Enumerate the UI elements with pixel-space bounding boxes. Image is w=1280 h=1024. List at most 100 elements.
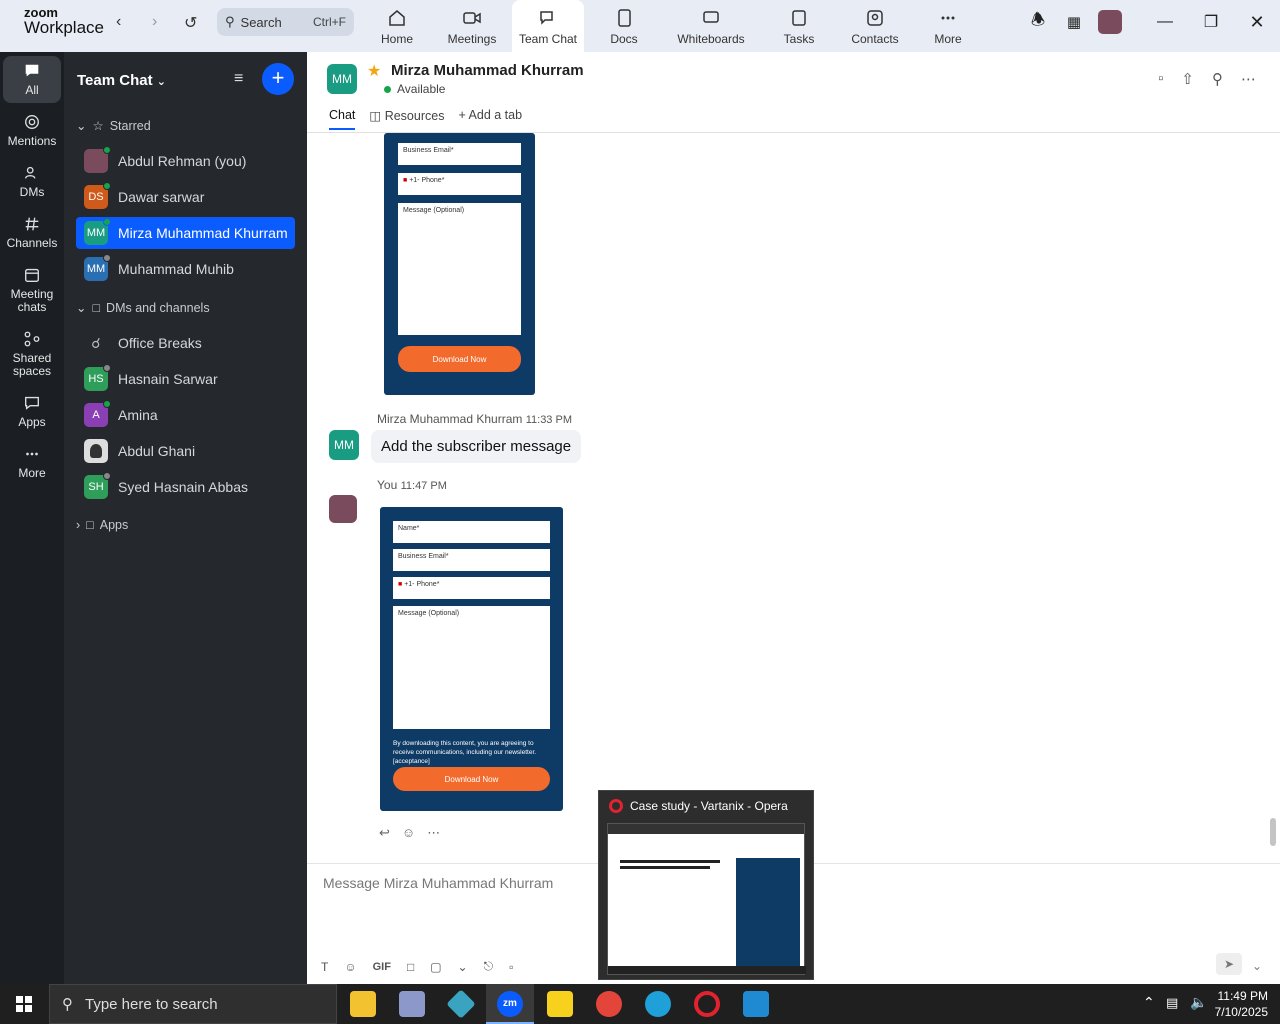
new-chat-button[interactable]: + bbox=[262, 63, 294, 95]
form-image-1[interactable]: Business Email* ■ +1- Phone* Message (Op… bbox=[384, 133, 535, 395]
chrome-icon[interactable] bbox=[596, 991, 622, 1017]
contact-name: Hasnain Sarwar bbox=[118, 371, 218, 387]
apps-section[interactable]: › □ Apps bbox=[76, 518, 128, 532]
people-icon bbox=[25, 166, 36, 179]
reply-icon[interactable]: ↩ bbox=[379, 825, 390, 841]
volume-icon[interactable]: 🔈 bbox=[1190, 994, 1207, 1011]
tray-chevron-icon[interactable]: ⌃ bbox=[1143, 994, 1155, 1011]
file-explorer-icon[interactable] bbox=[350, 991, 376, 1017]
more-options-icon[interactable]: ⋯ bbox=[1241, 70, 1256, 88]
minimize-icon[interactable]: — bbox=[1142, 13, 1188, 31]
sidebar-item-hasnain-sarwar[interactable]: HS Hasnain Sarwar bbox=[76, 363, 295, 395]
emoji-icon[interactable]: ☺ bbox=[402, 825, 415, 841]
chat-sidebar: Team Chat ⌄ ≡ + ⌄ ☆ Starred Abdul Rehman… bbox=[64, 52, 307, 984]
app-icon[interactable] bbox=[399, 991, 425, 1017]
vscode-icon[interactable] bbox=[743, 991, 769, 1017]
tab-team-chat[interactable]: Team Chat bbox=[512, 0, 584, 52]
contacts-icon bbox=[867, 10, 883, 26]
app-icon[interactable] bbox=[446, 989, 476, 1019]
sender-avatar[interactable]: MM bbox=[329, 430, 359, 460]
tab-docs[interactable]: Docs bbox=[584, 0, 664, 52]
sidebar-item-abdul-rehman[interactable]: Abdul Rehman (you) bbox=[76, 145, 295, 177]
contact-name: Abdul Rehman (you) bbox=[118, 153, 247, 169]
nav-meeting-chats[interactable]: Meeting chats bbox=[3, 260, 61, 320]
sidebar-item-abdul-ghani[interactable]: Abdul Ghani bbox=[76, 435, 295, 467]
search-label: Search bbox=[240, 14, 282, 30]
composer-placeholder: Message Mirza Muhammad Khurram bbox=[323, 875, 554, 891]
file-icon[interactable]: □ bbox=[407, 960, 414, 974]
message-bubble[interactable]: Add the subscriber message bbox=[371, 430, 582, 463]
tab-contacts[interactable]: Contacts bbox=[840, 0, 910, 52]
sidebar-item-syed-hasnain-abbas[interactable]: SH Syed Hasnain Abbas bbox=[76, 471, 295, 503]
nav-apps[interactable]: Apps bbox=[3, 388, 61, 435]
nav-all[interactable]: All bbox=[3, 56, 61, 103]
filter-icon[interactable]: ≡ bbox=[234, 70, 243, 88]
star-icon[interactable]: ★ bbox=[367, 61, 381, 81]
nav-mentions[interactable]: Mentions bbox=[3, 107, 61, 154]
sidebar-item-mirza-muhammad-khurram[interactable]: MM Mirza Muhammad Khurram bbox=[76, 217, 295, 249]
calendar-icon[interactable]: ▦ bbox=[1056, 13, 1092, 31]
sidebar-item-dawar-sarwar[interactable]: DS Dawar sarwar bbox=[76, 181, 295, 213]
send-icon[interactable]: ➤ bbox=[1216, 953, 1242, 975]
format-text-icon[interactable]: T bbox=[321, 960, 328, 974]
tab-more[interactable]: More bbox=[910, 0, 986, 52]
network-icon[interactable]: ▤ bbox=[1166, 995, 1178, 1011]
subtab-add-tab[interactable]: + Add a tab bbox=[458, 108, 522, 130]
microphone-icon[interactable]: ⎋ bbox=[484, 959, 494, 974]
screen-share-icon[interactable]: ⇧ bbox=[1181, 70, 1194, 88]
video-message-icon[interactable]: ▫ bbox=[509, 960, 513, 974]
user-avatar[interactable] bbox=[1098, 10, 1122, 34]
contact-avatar[interactable]: MM bbox=[327, 64, 357, 94]
search-icon[interactable]: ⚲ bbox=[1212, 70, 1223, 88]
sidebar-item-muhammad-muhib[interactable]: MM Muhammad Muhib bbox=[76, 253, 295, 285]
form-image-2[interactable]: Name* Business Email* ■ +1- Phone* Messa… bbox=[380, 507, 563, 811]
subtab-add-label: Add a tab bbox=[468, 108, 523, 122]
sticky-notes-icon[interactable] bbox=[547, 991, 573, 1017]
scrollbar-thumb[interactable] bbox=[1270, 818, 1276, 846]
nav-channels[interactable]: Channels bbox=[3, 209, 61, 256]
message-meta: You 11:47 PM bbox=[377, 478, 447, 492]
chat-subtabs: Chat ◫ Resources + Add a tab bbox=[329, 108, 536, 130]
my-avatar[interactable] bbox=[329, 495, 357, 523]
left-nav: All Mentions DMs Channels Meeting chats … bbox=[0, 52, 64, 984]
dms-section[interactable]: ⌄ □ DMs and channels bbox=[76, 300, 210, 316]
back-arrow-icon[interactable]: ‹ bbox=[116, 13, 121, 31]
subtab-resources[interactable]: ◫ Resources bbox=[369, 108, 444, 130]
nav-shared-spaces[interactable]: Shared spaces bbox=[3, 324, 61, 384]
sidebar-item-office-breaks[interactable]: ☌ Office Breaks bbox=[76, 327, 295, 359]
close-icon[interactable]: ✕ bbox=[1234, 12, 1280, 33]
maximize-icon[interactable]: ❐ bbox=[1188, 12, 1234, 32]
taskbar-preview-popup[interactable]: Case study - Vartanix - Opera bbox=[598, 790, 814, 980]
nav-more[interactable]: More bbox=[3, 439, 61, 486]
chevron-down-icon[interactable]: ⌄ bbox=[458, 960, 468, 974]
forward-arrow-icon[interactable]: › bbox=[152, 13, 157, 31]
edge-icon[interactable] bbox=[645, 991, 671, 1017]
opera-icon[interactable] bbox=[694, 991, 720, 1017]
starred-section[interactable]: ⌄ ☆ Starred bbox=[76, 118, 151, 134]
taskbar-search[interactable]: ⚲ Type here to search bbox=[49, 984, 337, 1024]
sidebar-title[interactable]: Team Chat ⌄ bbox=[77, 72, 166, 89]
tab-home[interactable]: Home bbox=[362, 0, 432, 52]
taskbar-search-placeholder: Type here to search bbox=[85, 995, 218, 1013]
sidebar-item-amina[interactable]: A Amina bbox=[76, 399, 295, 431]
screenshot-icon[interactable]: ▢ bbox=[430, 960, 441, 974]
opera-icon bbox=[609, 799, 623, 813]
zoom-taskbar-icon[interactable]: zm bbox=[486, 984, 534, 1024]
search-box[interactable]: ⚲ Search Ctrl+F bbox=[217, 8, 354, 36]
more-options-icon[interactable]: ⋯ bbox=[427, 825, 440, 841]
subtab-chat[interactable]: Chat bbox=[329, 108, 356, 130]
bell-icon[interactable]: 🕭 bbox=[1020, 9, 1056, 36]
contact-name-header[interactable]: Mirza Muhammad Khurram bbox=[391, 62, 584, 79]
system-clock[interactable]: 11:49 PM 7/10/2025 bbox=[1215, 988, 1268, 1020]
emoji-icon[interactable]: ☺ bbox=[344, 960, 356, 974]
tab-meetings[interactable]: Meetings bbox=[432, 0, 512, 52]
video-call-icon[interactable]: ▫ bbox=[1158, 70, 1163, 88]
tab-tasks[interactable]: Tasks bbox=[758, 0, 840, 52]
chevron-down-icon[interactable]: ⌄ bbox=[1252, 959, 1262, 973]
gif-button[interactable]: GIF bbox=[373, 961, 391, 973]
tab-whiteboards[interactable]: Whiteboards bbox=[664, 0, 758, 52]
form-name-field: Name* bbox=[393, 521, 550, 543]
nav-dms[interactable]: DMs bbox=[3, 158, 61, 205]
history-icon[interactable]: ↺ bbox=[184, 13, 197, 33]
windows-start-icon[interactable] bbox=[16, 996, 32, 1012]
